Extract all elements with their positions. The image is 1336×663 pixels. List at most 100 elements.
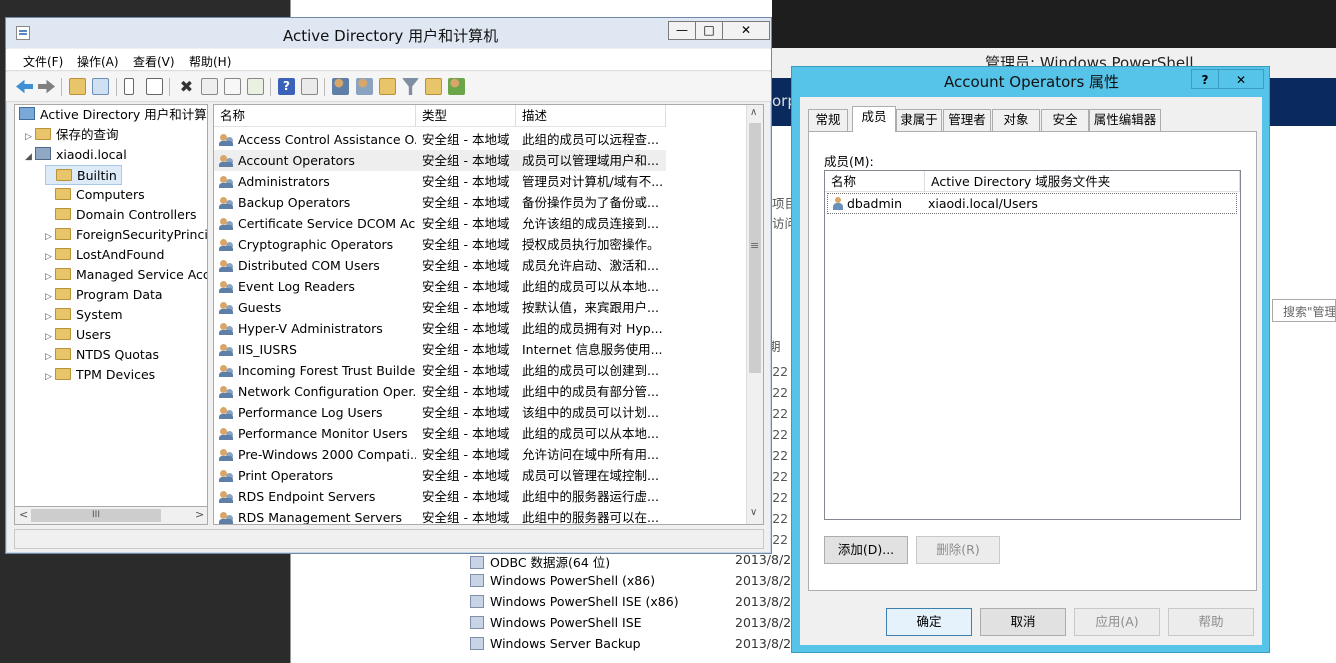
column-header-description[interactable]: 描述 — [516, 105, 666, 127]
tree-item[interactable]: ▷ LostAndFound — [45, 245, 164, 265]
new-group-icon[interactable] — [356, 78, 373, 95]
scroll-thumb[interactable]: III — [31, 509, 161, 522]
close-button[interactable]: ✕ — [722, 21, 770, 40]
table-row[interactable]: Pre-Windows 2000 Compati... 安全组 - 本地域 允许访问… — [214, 444, 747, 465]
tree-item[interactable]: ▷ Managed Service Accounts — [45, 265, 207, 287]
add-to-group-icon[interactable] — [425, 78, 442, 95]
expand-arrow-icon[interactable]: ▷ — [45, 367, 55, 387]
tree-item[interactable]: Builtin — [45, 165, 122, 185]
tree-item[interactable]: ▷ Program Data — [45, 285, 163, 305]
tree-item[interactable]: ▷ TPM Devices — [45, 365, 155, 385]
menu-action[interactable]: 操作(A) — [77, 53, 119, 70]
table-row[interactable]: Account Operators 安全组 - 本地域 成员可以管理域用户和... — [214, 150, 666, 171]
copy-icon[interactable] — [146, 78, 163, 95]
ok-button[interactable]: 确定 — [886, 608, 972, 636]
table-row[interactable]: Guests 安全组 - 本地域 按默认值，来宾跟用户... — [214, 297, 747, 318]
delegate-icon[interactable] — [448, 78, 465, 95]
new-ou-icon[interactable] — [379, 78, 396, 95]
cut-icon[interactable] — [124, 78, 134, 95]
tab-6[interactable]: 属性编辑器 — [1089, 109, 1161, 131]
table-row[interactable]: Performance Monitor Users 安全组 - 本地域 此组的成员可… — [214, 423, 747, 444]
table-row[interactable]: Access Control Assistance O... 安全组 - 本地域此… — [214, 129, 747, 150]
tree-item[interactable]: Computers — [45, 185, 145, 205]
new-user-icon[interactable] — [332, 78, 349, 95]
table-row[interactable]: RDS Management Servers 安全组 - 本地域 此组中的服务器可以… — [214, 507, 747, 524]
table-row[interactable]: Incoming Forest Trust Builders 安全组 - 本地域此… — [214, 360, 747, 381]
refresh-icon[interactable] — [224, 78, 241, 95]
help-icon[interactable]: ? — [278, 78, 295, 95]
tree-item[interactable]: Domain Controllers — [45, 205, 196, 225]
tree-item[interactable]: ▷ NTDS Quotas — [45, 345, 159, 365]
column-header-name[interactable]: 名称 — [214, 105, 416, 127]
expand-arrow-icon[interactable]: ▷ — [45, 247, 55, 267]
column-header-member-name[interactable]: 名称 — [825, 171, 925, 192]
tree-horizontal-scrollbar[interactable]: < III > — [14, 506, 208, 525]
tab-3[interactable]: 管理者 — [943, 109, 991, 131]
table-row[interactable]: Administrators 安全组 - 本地域 管理员对计算机/域有不... — [214, 171, 747, 192]
tree-pane[interactable]: Active Directory 用户和计算机 ▷ 保存的查询 ◢ xiaodi.lo… — [14, 104, 208, 525]
tab-2[interactable]: 隶属于 — [896, 109, 942, 131]
tree-item[interactable]: ▷ System — [45, 305, 123, 325]
back-icon[interactable] — [16, 79, 33, 94]
expand-arrow-icon[interactable]: ▷ — [45, 267, 55, 287]
scroll-down-icon[interactable]: ∨ — [750, 507, 757, 518]
help-button[interactable]: 帮助 — [1168, 608, 1254, 636]
remove-member-button[interactable]: 删除(R) — [916, 536, 1000, 564]
table-row[interactable]: IIS_IUSRS 安全组 - 本地域 Internet 信息服务使用... — [214, 339, 747, 360]
filter-icon[interactable] — [402, 78, 419, 95]
expand-arrow-icon[interactable]: ◢ — [25, 147, 35, 167]
cancel-button[interactable]: 取消 — [980, 608, 1066, 636]
show-tree-icon[interactable] — [92, 78, 109, 95]
member-row[interactable]: dbadmin xiaodi.local/Users — [827, 193, 1237, 214]
tab-1[interactable]: 成员 — [852, 106, 896, 132]
tab-5[interactable]: 安全 — [1041, 109, 1089, 131]
tree-item[interactable]: ▷ Users — [45, 325, 111, 345]
menu-view[interactable]: 查看(V) — [133, 53, 175, 70]
expand-arrow-icon[interactable]: ▷ — [45, 287, 55, 307]
tree-item[interactable]: ▷ ForeignSecurityPrincipals — [45, 225, 207, 247]
apply-button[interactable]: 应用(A) — [1074, 608, 1160, 636]
members-list[interactable]: 名称 Active Directory 域服务文件夹 dbadmin xiaod… — [824, 170, 1241, 520]
add-member-button[interactable]: 添加(D)... — [824, 536, 908, 564]
delete-icon[interactable]: ✖ — [178, 78, 195, 95]
tree-root[interactable]: Active Directory 用户和计算机 — [19, 105, 207, 125]
export-icon[interactable] — [247, 78, 264, 95]
scroll-up-icon[interactable]: ∧ — [750, 107, 757, 118]
background-search-input[interactable]: 搜索"管理 — [1272, 299, 1336, 322]
expand-arrow-icon[interactable]: ▷ — [45, 347, 55, 367]
column-header-member-folder[interactable]: Active Directory 域服务文件夹 — [925, 171, 1240, 192]
tab-4[interactable]: 对象 — [992, 109, 1040, 131]
table-row[interactable]: Network Configuration Oper... 安全组 - 本地域 此组… — [214, 381, 747, 402]
minimize-button[interactable]: — — [668, 21, 696, 40]
scroll-thumb[interactable]: ≡ — [749, 123, 761, 373]
dialog-close-button[interactable]: ✕ — [1218, 69, 1264, 89]
table-row[interactable]: Performance Log Users 安全组 - 本地域 该组中的成员可以计划… — [214, 402, 747, 423]
table-row[interactable]: Print Operators 安全组 - 本地域 成员可以管理在域控制... — [214, 465, 747, 486]
table-row[interactable]: RDS Endpoint Servers 安全组 - 本地域 此组中的服务器运行虚.… — [214, 486, 747, 507]
column-header-type[interactable]: 类型 — [416, 105, 516, 127]
table-row[interactable]: Cryptographic Operators 安全组 - 本地域 授权成员执行加密… — [214, 234, 747, 255]
tree-item[interactable]: ▷ 保存的查询 — [25, 125, 119, 145]
expand-arrow-icon[interactable]: ▷ — [45, 227, 55, 247]
expand-arrow-icon[interactable]: ▷ — [45, 307, 55, 327]
dialog-help-button[interactable]: ? — [1191, 69, 1219, 89]
tree-item[interactable]: ◢ xiaodi.local — [25, 145, 127, 165]
table-row[interactable]: Distributed COM Users 安全组 - 本地域 成员允许启动、激活和… — [214, 255, 747, 276]
expand-arrow-icon[interactable]: ▷ — [45, 327, 55, 347]
scroll-right-icon[interactable]: > — [195, 508, 204, 521]
properties-icon[interactable] — [201, 78, 218, 95]
list-pane[interactable]: 名称 类型 描述 Access Control Assistance O... 安… — [213, 104, 764, 525]
menu-help[interactable]: 帮助(H) — [189, 53, 231, 70]
up-folder-icon[interactable] — [69, 78, 86, 95]
tab-0[interactable]: 常规 — [808, 109, 848, 131]
maximize-button[interactable]: □ — [695, 21, 723, 40]
scroll-left-icon[interactable]: < — [19, 508, 28, 521]
list-vertical-scrollbar[interactable]: ∧ ≡ ∨ — [746, 105, 763, 524]
table-row[interactable]: Backup Operators 安全组 - 本地域 备份操作员为了备份或... — [214, 192, 747, 213]
table-row[interactable]: Certificate Service DCOM Ac... 安全组 - 本地域允… — [214, 213, 747, 234]
forward-icon[interactable] — [38, 79, 55, 94]
console-icon[interactable] — [301, 78, 318, 95]
table-row[interactable]: Hyper-V Administrators 安全组 - 本地域 此组的成员拥有对 … — [214, 318, 747, 339]
menu-file[interactable]: 文件(F) — [23, 53, 63, 70]
expand-arrow-icon[interactable]: ▷ — [25, 127, 35, 147]
